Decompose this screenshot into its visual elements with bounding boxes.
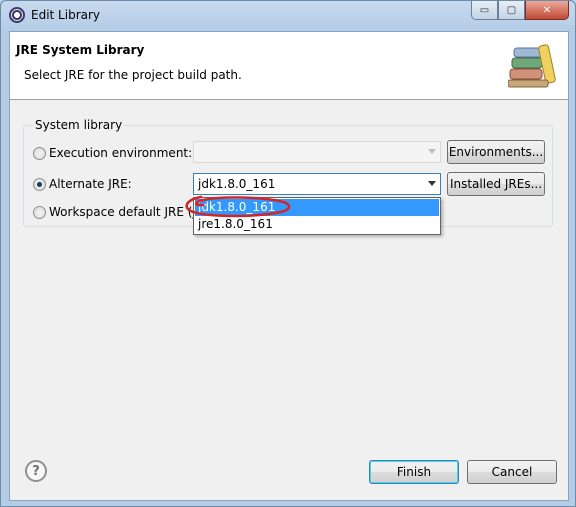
workspace-default-radio[interactable] <box>33 206 46 219</box>
page-description: Select JRE for the project build path. <box>24 68 242 82</box>
cancel-button[interactable]: Cancel <box>467 460 557 484</box>
installed-jres-button[interactable]: Installed JREs... <box>447 172 545 196</box>
window-controls: ▭ ▢ ✕ <box>471 1 569 20</box>
environments-button[interactable]: Environments... <box>447 140 545 164</box>
window-title: Edit Library <box>31 8 101 22</box>
execution-environment-label: Execution environment: <box>49 146 193 160</box>
title-bar[interactable]: Edit Library ▭ ▢ ✕ <box>1 1 575 31</box>
execution-environment-radio[interactable] <box>33 147 46 160</box>
eclipse-icon <box>9 7 25 23</box>
dropdown-item-jdk[interactable]: jdk1.8.0_161 <box>195 199 439 216</box>
edit-library-dialog: Edit Library ▭ ▢ ✕ JRE System Library Se… <box>0 0 576 507</box>
workspace-default-label: Workspace default JRE (j <box>49 205 196 219</box>
library-books-icon <box>508 44 556 88</box>
alternate-jre-value: jdk1.8.0_161 <box>198 177 276 191</box>
alternate-jre-radio[interactable] <box>33 178 46 191</box>
dialog-header: JRE System Library Select JRE for the pr… <box>10 32 568 100</box>
dropdown-item-jre[interactable]: jre1.8.0_161 <box>195 216 439 233</box>
maximize-icon: ▢ <box>506 4 517 16</box>
alternate-jre-combo[interactable]: jdk1.8.0_161 <box>193 173 441 195</box>
close-button[interactable]: ✕ <box>525 1 569 20</box>
help-glyph: ? <box>32 463 40 479</box>
chevron-down-icon <box>428 149 436 154</box>
page-title: JRE System Library <box>16 43 145 57</box>
system-library-label: System library <box>33 118 125 132</box>
close-icon: ✕ <box>542 4 552 16</box>
minimize-button[interactable]: ▭ <box>471 1 498 20</box>
maximize-button[interactable]: ▢ <box>498 1 525 20</box>
help-icon[interactable]: ? <box>25 460 47 482</box>
minimize-icon: ▭ <box>479 4 490 16</box>
alternate-jre-label: Alternate JRE: <box>49 177 132 191</box>
dialog-body: JRE System Library Select JRE for the pr… <box>9 31 569 501</box>
jre-dropdown-list: jdk1.8.0_161 jre1.8.0_161 <box>193 197 441 235</box>
finish-button[interactable]: Finish <box>369 460 459 484</box>
chevron-down-icon <box>428 181 436 186</box>
execution-environment-combo[interactable] <box>193 141 441 163</box>
